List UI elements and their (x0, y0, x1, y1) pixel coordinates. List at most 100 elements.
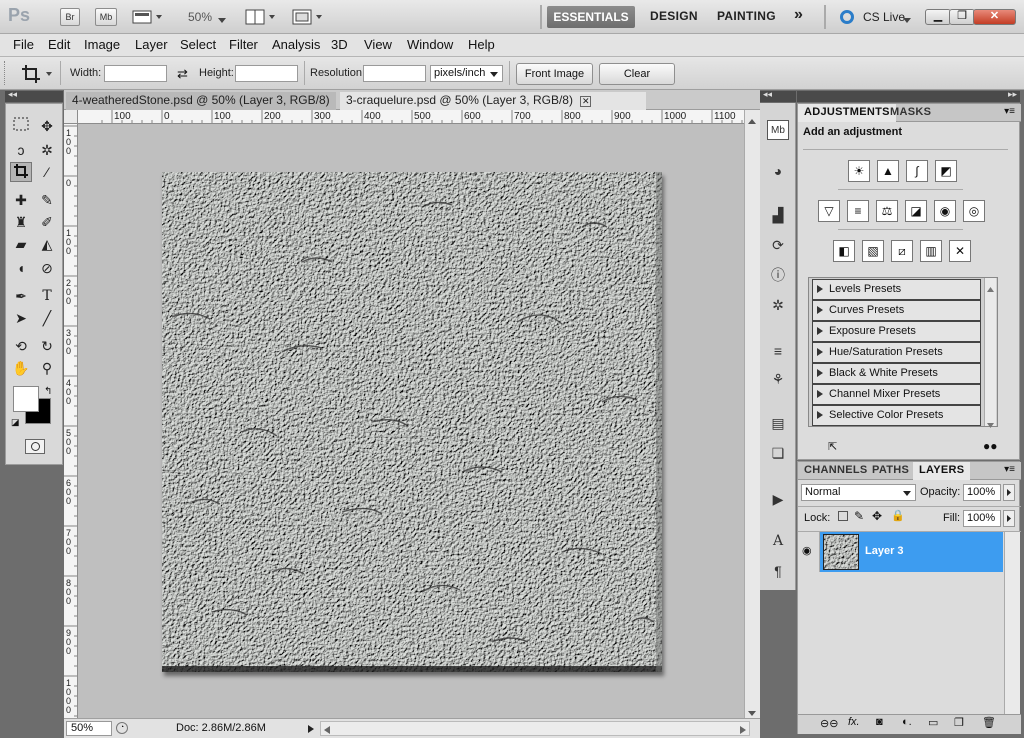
view-extras-menu[interactable] (132, 9, 166, 25)
photo-filter-icon[interactable]: ◉ (934, 200, 956, 222)
tab-channels[interactable]: CHANNELS (798, 462, 874, 480)
clear-button[interactable]: Clear (599, 63, 675, 85)
quick-selection-tool-icon[interactable]: ✲ (36, 140, 58, 160)
tab-adjustments[interactable]: ADJUSTMENTS (798, 104, 896, 122)
status-zoom-field[interactable]: 50% (66, 721, 112, 736)
eraser-tool-icon[interactable]: ▰ (10, 234, 32, 254)
histogram-panel-icon[interactable]: ▟ (767, 205, 789, 225)
tab-craquelure[interactable]: 3-craquelure.psd @ 50% (Layer 3, RGB/8) … (340, 92, 646, 110)
width-field[interactable] (104, 65, 167, 82)
opacity-slider-button[interactable] (1003, 484, 1015, 501)
notes-panel-icon[interactable]: ▤ (767, 413, 789, 433)
lasso-tool-icon[interactable]: ↄ (10, 140, 32, 160)
vertical-ruler[interactable]: 10001002003004005006007008009001000 (64, 124, 78, 718)
menu-help[interactable]: Help (468, 37, 495, 52)
mini-bridge-button[interactable]: Mb (95, 8, 117, 26)
clone-stamp-tool-icon[interactable]: ♜ (10, 212, 32, 232)
menu-select[interactable]: Select (180, 37, 216, 52)
navigator-panel-icon[interactable]: ✲ (767, 295, 789, 315)
invert-icon[interactable]: ◧ (833, 240, 855, 262)
preset-black-white[interactable]: Black & White Presets (812, 363, 981, 384)
delete-layer-icon[interactable]: 🗑 (982, 716, 996, 729)
scroll-right-icon[interactable] (740, 725, 746, 737)
add-mask-icon[interactable]: ◙ (876, 716, 883, 728)
menu-edit[interactable]: Edit (48, 37, 70, 52)
foreground-color-swatch[interactable] (13, 386, 39, 412)
preset-curves[interactable]: Curves Presets (812, 300, 981, 321)
close-tab-icon[interactable]: ✕ (580, 96, 592, 107)
hand-tool-icon[interactable]: ✋ (10, 358, 32, 378)
history-brush-tool-icon[interactable]: ✐ (36, 212, 58, 232)
return-to-list-icon[interactable]: ⇱ (828, 440, 837, 453)
menu-3d[interactable]: 3D (331, 37, 348, 52)
dodge-tool-icon[interactable]: ⊘ (36, 258, 58, 278)
tab-paths[interactable]: PATHS (866, 462, 915, 480)
status-menu-arrow-icon[interactable] (308, 724, 314, 736)
workspace-design[interactable]: DESIGN (650, 9, 698, 23)
panel-menu-icon[interactable]: ▾≡ (1004, 106, 1015, 117)
lock-transparent-icon[interactable] (838, 511, 848, 521)
tab-weathered-stone[interactable]: 4-weatheredStone.psd @ 50% (Layer 3, RGB… (66, 92, 336, 110)
eyedropper-tool-icon[interactable]: ⁄ (36, 162, 58, 182)
height-field[interactable] (235, 65, 298, 82)
selective-color-icon[interactable]: ✕ (949, 240, 971, 262)
preset-hue-saturation[interactable]: Hue/Saturation Presets (812, 342, 981, 363)
canvas-area[interactable] (78, 124, 744, 718)
tab-masks[interactable]: MASKS (884, 104, 937, 122)
resolution-unit-select[interactable]: pixels/inch (430, 65, 503, 82)
menu-view[interactable]: View (364, 37, 392, 52)
layer-row[interactable]: ◉ Layer 3 (798, 532, 1003, 572)
gradient-map-icon[interactable]: ▥ (920, 240, 942, 262)
color-panel-icon[interactable]: ◕ (767, 161, 789, 181)
paragraph-panel-icon[interactable]: ¶ (767, 561, 789, 581)
workspace-painting[interactable]: PAINTING (717, 9, 776, 23)
eye-icon[interactable]: ◉ (802, 544, 812, 557)
brightness-contrast-icon[interactable]: ☀ (848, 160, 870, 182)
levels-icon[interactable]: ▲ (877, 160, 899, 182)
pen-tool-icon[interactable]: ✒ (10, 286, 32, 306)
paint-bucket-tool-icon[interactable]: ◭ (36, 234, 58, 254)
layer-style-icon[interactable]: fx. (848, 716, 860, 728)
workspace-essentials[interactable]: ESSENTIALS (547, 6, 635, 28)
expand-icon[interactable]: ◂◂ (763, 89, 772, 100)
zoom-dropdown-arrow-icon[interactable] (218, 13, 226, 27)
new-layer-icon[interactable]: ❐ (954, 716, 964, 729)
document-canvas[interactable] (162, 172, 662, 672)
3d-rotate-tool-icon[interactable]: ⟲ (10, 336, 32, 356)
scroll-down-icon[interactable] (987, 417, 994, 431)
close-button[interactable]: ✕ (973, 9, 1016, 25)
3d-orbit-tool-icon[interactable]: ↻ (36, 336, 58, 356)
channel-mixer-icon[interactable]: ◎ (963, 200, 985, 222)
curves-icon[interactable]: ∫ (906, 160, 928, 182)
menu-file[interactable]: File (13, 37, 34, 52)
minimize-button[interactable]: ▁ (925, 9, 951, 25)
menu-analysis[interactable]: Analysis (272, 37, 320, 52)
front-image-button[interactable]: Front Image (516, 63, 593, 85)
arrange-documents-icon[interactable] (245, 9, 279, 28)
color-balance-icon[interactable]: ⚖ (876, 200, 898, 222)
scroll-up-icon[interactable] (987, 281, 994, 295)
mini-bridge-panel-icon[interactable]: Mb (767, 120, 789, 140)
brush-tool-icon[interactable]: ✎ (36, 190, 58, 210)
scroll-up-icon[interactable] (748, 114, 756, 128)
type-tool-icon[interactable]: T (36, 286, 58, 306)
preset-exposure[interactable]: Exposure Presets (812, 321, 981, 342)
preset-selective-color[interactable]: Selective Color Presets (812, 405, 981, 426)
status-info-icon[interactable]: ◔ (116, 722, 128, 734)
opacity-field[interactable]: 100% (963, 484, 1001, 501)
restore-button[interactable]: ❐ (949, 9, 975, 25)
blur-tool-icon[interactable]: ◖ (10, 258, 32, 278)
threshold-icon[interactable]: ⧄ (891, 240, 913, 262)
marquee-tool-icon[interactable] (10, 116, 32, 136)
blend-mode-select[interactable]: Normal (801, 484, 916, 501)
presets-scrollbar[interactable] (984, 278, 996, 428)
horizontal-ruler[interactable]: 100 0 100 200 300 400 500 600 700 800 900 1000 1100 (78, 110, 744, 124)
crop-tool-preset-icon[interactable] (20, 63, 56, 88)
horizontal-scrollbar[interactable] (320, 721, 750, 736)
menu-layer[interactable]: Layer (135, 37, 168, 52)
character-panel-icon[interactable]: A (767, 531, 789, 551)
clone-source-panel-icon[interactable]: ⚘ (767, 369, 789, 389)
path-selection-tool-icon[interactable]: ➤ (10, 308, 32, 328)
more-workspaces-button[interactable]: » (794, 6, 803, 24)
hue-saturation-icon[interactable]: ≡ (847, 200, 869, 222)
